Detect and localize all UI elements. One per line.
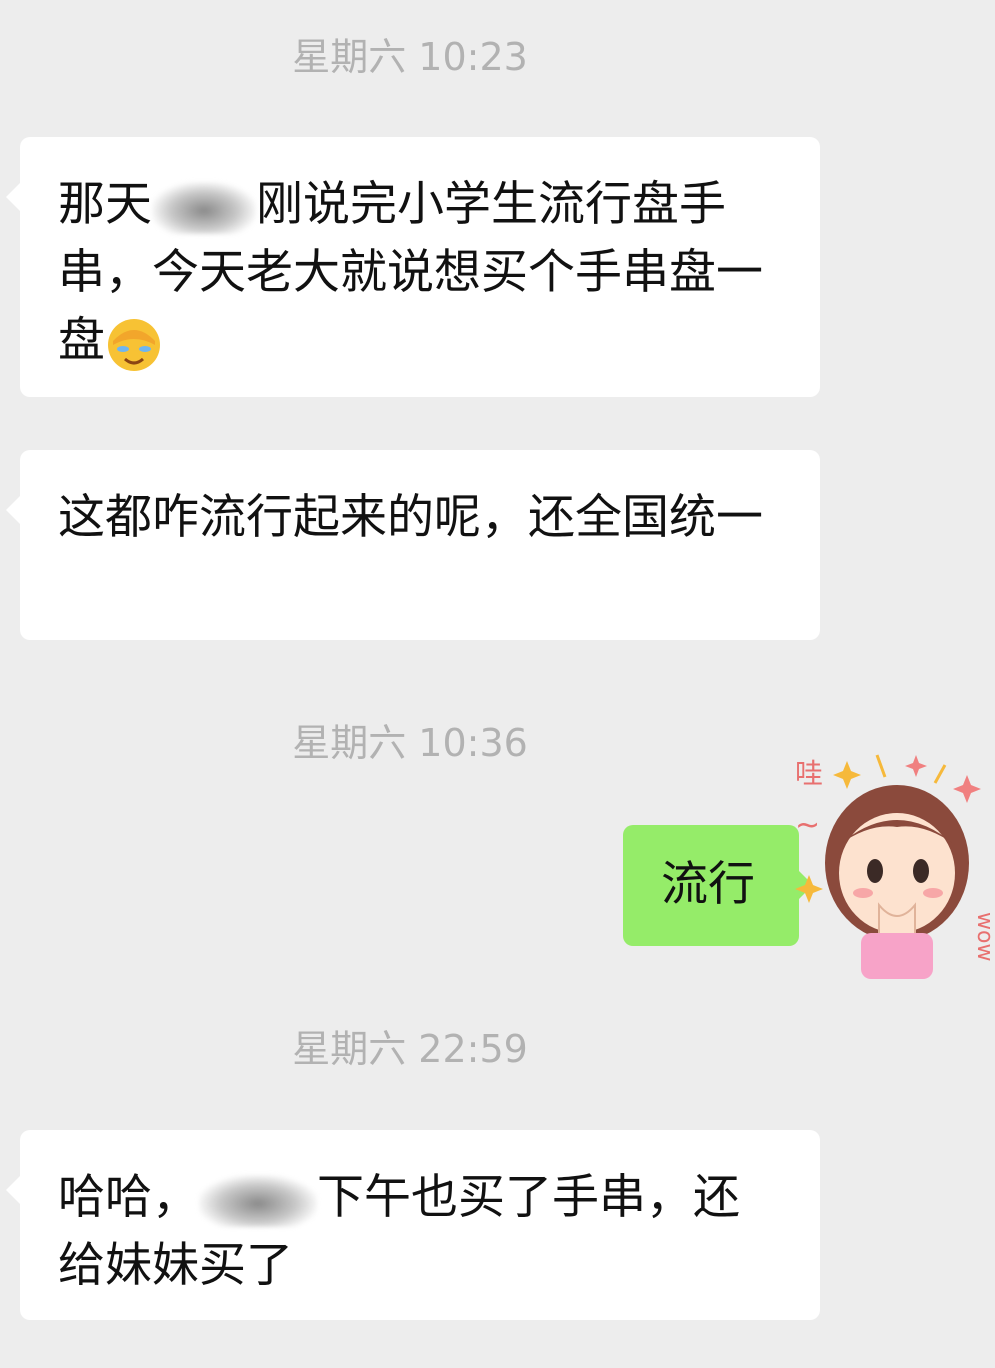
incoming-message-bubble[interactable]: 这都咋流行起来的呢，还全国统一 (6, 450, 820, 640)
message-text: 流行 (661, 857, 755, 912)
sticker-text-tilde: ~ (795, 808, 820, 843)
timestamp-3: 星期六 22:59 (292, 1027, 528, 1071)
sticker-text-wow: wow (972, 912, 995, 961)
timestamp-1: 星期六 10:23 (292, 35, 528, 79)
message-text: 这都咋流行起来的呢，还全国统一 (58, 490, 763, 545)
timestamp-2: 星期六 10:36 (292, 721, 528, 765)
incoming-message-bubble[interactable]: 哈哈， 下午也买了手串，还给妹妹买了 (6, 1130, 820, 1320)
incoming-message-bubble[interactable]: 那天 刚说完小学生流行盘手串，今天老大就说想买个手串盘一盘 (6, 137, 820, 397)
redacted-name-blur (199, 1174, 317, 1227)
message-text: 那天 (58, 177, 152, 232)
message-text: 哈哈， (58, 1170, 199, 1225)
girl-wow-sticker[interactable]: 哇 ~ wow (785, 745, 995, 985)
face-palm-crying-emoji (108, 318, 160, 371)
redacted-name-blur (152, 181, 256, 234)
sticker-text-wa: 哇 (795, 757, 823, 790)
outgoing-message-bubble[interactable]: 流行 (623, 825, 813, 946)
